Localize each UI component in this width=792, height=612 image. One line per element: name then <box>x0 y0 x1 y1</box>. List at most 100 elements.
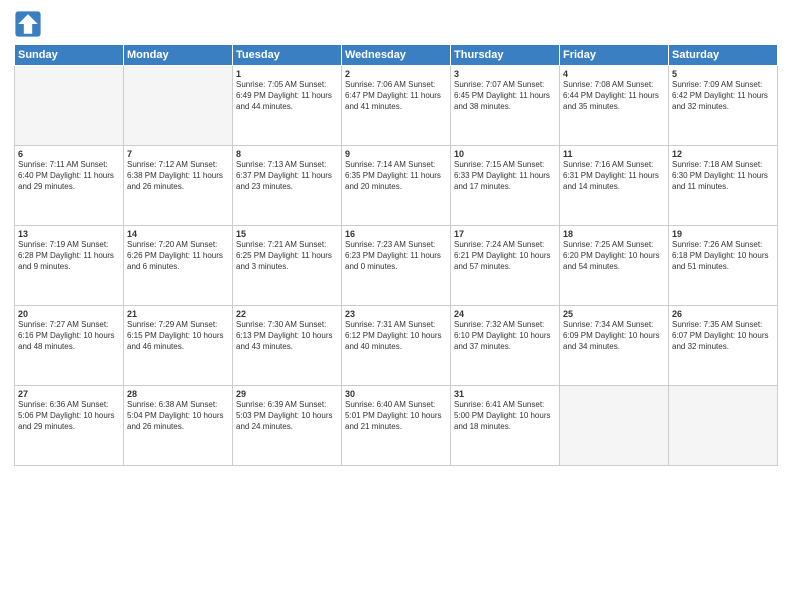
day-info: Sunrise: 7:06 AM Sunset: 6:47 PM Dayligh… <box>345 80 447 112</box>
day-number: 2 <box>345 69 447 79</box>
day-info: Sunrise: 7:21 AM Sunset: 6:25 PM Dayligh… <box>236 240 338 272</box>
page: SundayMondayTuesdayWednesdayThursdayFrid… <box>0 0 792 612</box>
day-number: 9 <box>345 149 447 159</box>
calendar-cell: 10Sunrise: 7:15 AM Sunset: 6:33 PM Dayli… <box>451 146 560 226</box>
calendar-header-row: SundayMondayTuesdayWednesdayThursdayFrid… <box>15 45 778 66</box>
header-sunday: Sunday <box>15 45 124 66</box>
calendar-cell: 18Sunrise: 7:25 AM Sunset: 6:20 PM Dayli… <box>560 226 669 306</box>
day-number: 26 <box>672 309 774 319</box>
day-number: 24 <box>454 309 556 319</box>
calendar-cell: 31Sunrise: 6:41 AM Sunset: 5:00 PM Dayli… <box>451 386 560 466</box>
week-row-4: 27Sunrise: 6:36 AM Sunset: 5:06 PM Dayli… <box>15 386 778 466</box>
day-number: 7 <box>127 149 229 159</box>
calendar-cell <box>669 386 778 466</box>
day-number: 29 <box>236 389 338 399</box>
day-info: Sunrise: 7:24 AM Sunset: 6:21 PM Dayligh… <box>454 240 556 272</box>
header-thursday: Thursday <box>451 45 560 66</box>
calendar-cell: 25Sunrise: 7:34 AM Sunset: 6:09 PM Dayli… <box>560 306 669 386</box>
calendar-cell: 24Sunrise: 7:32 AM Sunset: 6:10 PM Dayli… <box>451 306 560 386</box>
calendar-cell: 27Sunrise: 6:36 AM Sunset: 5:06 PM Dayli… <box>15 386 124 466</box>
day-number: 4 <box>563 69 665 79</box>
calendar-cell: 1Sunrise: 7:05 AM Sunset: 6:49 PM Daylig… <box>233 66 342 146</box>
day-number: 22 <box>236 309 338 319</box>
header-saturday: Saturday <box>669 45 778 66</box>
day-number: 23 <box>345 309 447 319</box>
day-info: Sunrise: 7:07 AM Sunset: 6:45 PM Dayligh… <box>454 80 556 112</box>
calendar-cell: 13Sunrise: 7:19 AM Sunset: 6:28 PM Dayli… <box>15 226 124 306</box>
calendar-cell: 8Sunrise: 7:13 AM Sunset: 6:37 PM Daylig… <box>233 146 342 226</box>
week-row-0: 1Sunrise: 7:05 AM Sunset: 6:49 PM Daylig… <box>15 66 778 146</box>
calendar-cell: 4Sunrise: 7:08 AM Sunset: 6:44 PM Daylig… <box>560 66 669 146</box>
day-info: Sunrise: 7:13 AM Sunset: 6:37 PM Dayligh… <box>236 160 338 192</box>
calendar-cell <box>560 386 669 466</box>
calendar-cell: 19Sunrise: 7:26 AM Sunset: 6:18 PM Dayli… <box>669 226 778 306</box>
calendar-cell: 30Sunrise: 6:40 AM Sunset: 5:01 PM Dayli… <box>342 386 451 466</box>
day-number: 15 <box>236 229 338 239</box>
day-number: 12 <box>672 149 774 159</box>
calendar-cell: 9Sunrise: 7:14 AM Sunset: 6:35 PM Daylig… <box>342 146 451 226</box>
day-info: Sunrise: 6:41 AM Sunset: 5:00 PM Dayligh… <box>454 400 556 432</box>
day-number: 6 <box>18 149 120 159</box>
day-info: Sunrise: 6:40 AM Sunset: 5:01 PM Dayligh… <box>345 400 447 432</box>
day-info: Sunrise: 7:14 AM Sunset: 6:35 PM Dayligh… <box>345 160 447 192</box>
day-info: Sunrise: 7:31 AM Sunset: 6:12 PM Dayligh… <box>345 320 447 352</box>
day-number: 1 <box>236 69 338 79</box>
calendar-cell: 29Sunrise: 6:39 AM Sunset: 5:03 PM Dayli… <box>233 386 342 466</box>
day-info: Sunrise: 6:38 AM Sunset: 5:04 PM Dayligh… <box>127 400 229 432</box>
header-friday: Friday <box>560 45 669 66</box>
day-info: Sunrise: 7:20 AM Sunset: 6:26 PM Dayligh… <box>127 240 229 272</box>
day-number: 14 <box>127 229 229 239</box>
day-number: 25 <box>563 309 665 319</box>
calendar-cell: 11Sunrise: 7:16 AM Sunset: 6:31 PM Dayli… <box>560 146 669 226</box>
day-number: 10 <box>454 149 556 159</box>
day-info: Sunrise: 7:29 AM Sunset: 6:15 PM Dayligh… <box>127 320 229 352</box>
day-number: 17 <box>454 229 556 239</box>
day-info: Sunrise: 7:32 AM Sunset: 6:10 PM Dayligh… <box>454 320 556 352</box>
day-number: 5 <box>672 69 774 79</box>
week-row-2: 13Sunrise: 7:19 AM Sunset: 6:28 PM Dayli… <box>15 226 778 306</box>
day-info: Sunrise: 7:08 AM Sunset: 6:44 PM Dayligh… <box>563 80 665 112</box>
week-row-1: 6Sunrise: 7:11 AM Sunset: 6:40 PM Daylig… <box>15 146 778 226</box>
calendar-cell <box>124 66 233 146</box>
logo <box>14 10 46 38</box>
calendar-cell: 17Sunrise: 7:24 AM Sunset: 6:21 PM Dayli… <box>451 226 560 306</box>
calendar-table: SundayMondayTuesdayWednesdayThursdayFrid… <box>14 44 778 466</box>
day-number: 31 <box>454 389 556 399</box>
day-info: Sunrise: 7:27 AM Sunset: 6:16 PM Dayligh… <box>18 320 120 352</box>
calendar-cell: 2Sunrise: 7:06 AM Sunset: 6:47 PM Daylig… <box>342 66 451 146</box>
day-number: 11 <box>563 149 665 159</box>
calendar-cell: 14Sunrise: 7:20 AM Sunset: 6:26 PM Dayli… <box>124 226 233 306</box>
calendar-cell: 15Sunrise: 7:21 AM Sunset: 6:25 PM Dayli… <box>233 226 342 306</box>
calendar-cell: 23Sunrise: 7:31 AM Sunset: 6:12 PM Dayli… <box>342 306 451 386</box>
day-number: 27 <box>18 389 120 399</box>
day-info: Sunrise: 7:23 AM Sunset: 6:23 PM Dayligh… <box>345 240 447 272</box>
day-number: 13 <box>18 229 120 239</box>
header-monday: Monday <box>124 45 233 66</box>
day-number: 3 <box>454 69 556 79</box>
header-wednesday: Wednesday <box>342 45 451 66</box>
day-info: Sunrise: 7:19 AM Sunset: 6:28 PM Dayligh… <box>18 240 120 272</box>
day-info: Sunrise: 7:15 AM Sunset: 6:33 PM Dayligh… <box>454 160 556 192</box>
calendar-cell: 16Sunrise: 7:23 AM Sunset: 6:23 PM Dayli… <box>342 226 451 306</box>
day-info: Sunrise: 7:34 AM Sunset: 6:09 PM Dayligh… <box>563 320 665 352</box>
day-info: Sunrise: 7:25 AM Sunset: 6:20 PM Dayligh… <box>563 240 665 272</box>
calendar-cell: 21Sunrise: 7:29 AM Sunset: 6:15 PM Dayli… <box>124 306 233 386</box>
day-info: Sunrise: 6:39 AM Sunset: 5:03 PM Dayligh… <box>236 400 338 432</box>
day-info: Sunrise: 7:26 AM Sunset: 6:18 PM Dayligh… <box>672 240 774 272</box>
day-number: 19 <box>672 229 774 239</box>
day-info: Sunrise: 7:12 AM Sunset: 6:38 PM Dayligh… <box>127 160 229 192</box>
day-number: 30 <box>345 389 447 399</box>
calendar-cell: 28Sunrise: 6:38 AM Sunset: 5:04 PM Dayli… <box>124 386 233 466</box>
day-info: Sunrise: 7:30 AM Sunset: 6:13 PM Dayligh… <box>236 320 338 352</box>
day-number: 16 <box>345 229 447 239</box>
header <box>14 10 778 38</box>
day-info: Sunrise: 7:35 AM Sunset: 6:07 PM Dayligh… <box>672 320 774 352</box>
day-number: 20 <box>18 309 120 319</box>
calendar-cell: 5Sunrise: 7:09 AM Sunset: 6:42 PM Daylig… <box>669 66 778 146</box>
day-number: 21 <box>127 309 229 319</box>
calendar-cell: 26Sunrise: 7:35 AM Sunset: 6:07 PM Dayli… <box>669 306 778 386</box>
week-row-3: 20Sunrise: 7:27 AM Sunset: 6:16 PM Dayli… <box>15 306 778 386</box>
day-info: Sunrise: 6:36 AM Sunset: 5:06 PM Dayligh… <box>18 400 120 432</box>
logo-icon <box>14 10 42 38</box>
day-info: Sunrise: 7:18 AM Sunset: 6:30 PM Dayligh… <box>672 160 774 192</box>
